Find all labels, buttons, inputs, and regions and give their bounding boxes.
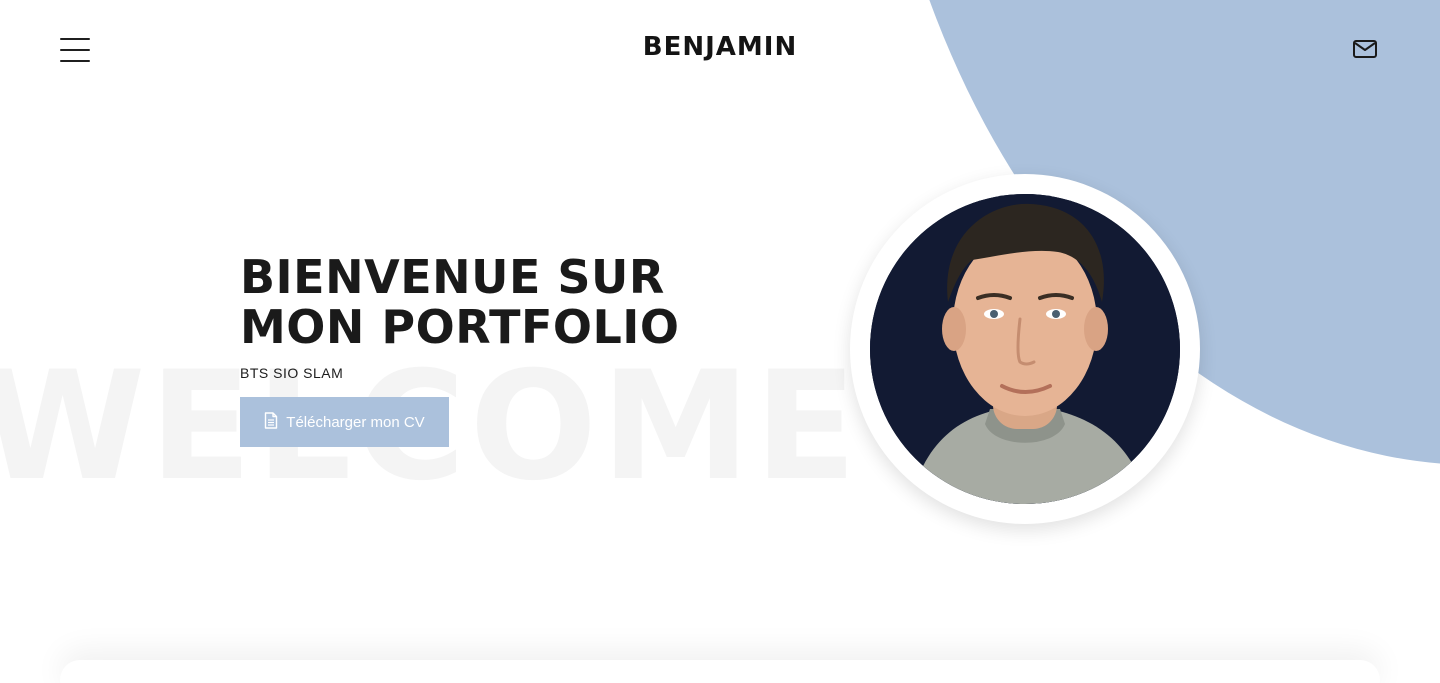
- hero-subtitle: BTS SIO SLAM: [240, 365, 344, 381]
- next-section-edge: [60, 660, 1380, 683]
- envelope-icon[interactable]: [1352, 38, 1378, 60]
- download-cv-label: Télécharger mon CV: [286, 413, 425, 431]
- hero-title-line-1: BIENVENUE SUR: [240, 250, 665, 304]
- hero-title: BIENVENUE SUR MON PORTFOLIO: [240, 252, 800, 352]
- site-brand[interactable]: BENJAMIN: [0, 32, 1440, 62]
- page: BENJAMIN WELCOME BIENVENUE SUR MON PORTF…: [0, 0, 1440, 683]
- hero-title-line-2: MON PORTFOLIO: [240, 300, 680, 354]
- document-icon: [264, 411, 278, 433]
- portrait-illustration: [870, 194, 1180, 504]
- avatar: [870, 194, 1180, 504]
- download-cv-button[interactable]: Télécharger mon CV: [240, 397, 449, 447]
